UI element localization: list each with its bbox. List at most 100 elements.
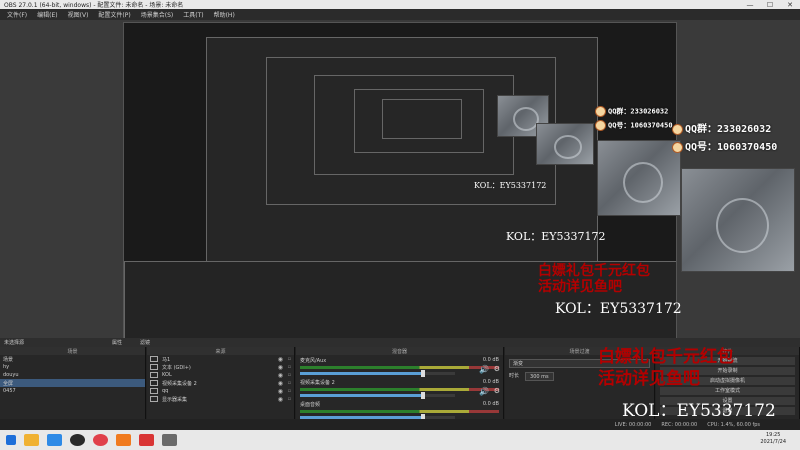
- lock-icon[interactable]: ▫: [288, 388, 291, 394]
- mixer-channel: 桌面音频 0.0 dB: [296, 399, 503, 421]
- mixer-dock: 混音器 麦克风/Aux 0.0 dB 🔊 ⚙ 视频采集设备 2 0.0 dB 🔊…: [296, 347, 504, 430]
- cpu-status: CPU: 1.4%, 60.00 fps: [707, 421, 760, 428]
- scene-item[interactable]: douyu: [0, 371, 145, 379]
- app-icon[interactable]: [116, 434, 131, 446]
- menu-tools[interactable]: 工具(T): [178, 10, 208, 19]
- promo-line2-mid: 活动详见鱼吧: [538, 279, 622, 295]
- lock-icon[interactable]: ▫: [288, 380, 291, 386]
- lock-icon[interactable]: ▫: [288, 364, 291, 370]
- source-item[interactable]: KOL ◉ ▫: [147, 371, 294, 379]
- duration-label: 时长: [509, 373, 520, 379]
- menu-view[interactable]: 视图(V): [63, 10, 94, 19]
- thumb-medium: [536, 123, 594, 165]
- gear-icon[interactable]: ⚙: [494, 387, 500, 395]
- source-item[interactable]: qq ◉ ▫: [147, 387, 294, 395]
- live-status: LIVE: 00:00:00: [614, 421, 652, 428]
- properties-button[interactable]: 属性: [112, 339, 122, 346]
- text-source-icon: [150, 372, 158, 378]
- qq-num-small: QQ号：1060370450: [595, 120, 673, 131]
- visibility-icon[interactable]: ◉: [278, 388, 283, 395]
- qq-group-large: QQ群：233026032: [672, 120, 771, 135]
- menu-help[interactable]: 帮助(H): [209, 10, 240, 19]
- rec-status: REC: 00:00:00: [661, 421, 698, 428]
- source-item[interactable]: 文本 (GDI+) ◉ ▫: [147, 363, 294, 371]
- mixer-channel: 视频采集设备 2 0.0 dB 🔊 ⚙: [296, 377, 503, 399]
- maximize-button[interactable]: ☐: [760, 0, 780, 9]
- menu-profile[interactable]: 配置文件(P): [93, 10, 135, 19]
- avatar-icon: [595, 120, 606, 131]
- menu-file[interactable]: 文件(F): [2, 10, 32, 19]
- kol-small: KOL：EY5337172: [506, 230, 606, 243]
- netease-icon[interactable]: [93, 434, 108, 446]
- filters-button[interactable]: 滤镜: [140, 339, 150, 346]
- scenes-dock: 场景 场景 hy douyu 全屏 0457 + − ⌃ ⌄: [0, 347, 146, 430]
- text-source-icon: [150, 364, 158, 370]
- channel-db: 0.0 dB: [482, 357, 499, 363]
- app-icon[interactable]: [162, 434, 177, 446]
- start-icon[interactable]: [6, 435, 16, 445]
- nested-frame-5: [382, 99, 462, 139]
- menu-scene-collection[interactable]: 场景集合(S): [136, 10, 179, 19]
- duration-input[interactable]: 300 ms: [525, 372, 554, 381]
- visibility-icon[interactable]: ◉: [278, 380, 283, 387]
- lock-icon[interactable]: ▫: [288, 396, 291, 402]
- clock[interactable]: 19:25 2021/7/24: [760, 432, 786, 446]
- file-explorer-icon[interactable]: [24, 434, 39, 446]
- avatar-icon: [672, 123, 683, 135]
- channel-name: 视频采集设备 2: [300, 380, 335, 386]
- visibility-icon[interactable]: ◉: [278, 356, 283, 363]
- gear-icon[interactable]: ⚙: [494, 365, 500, 373]
- kol-mid: KOL：EY5337172: [555, 301, 682, 317]
- channel-name: 桌面音频: [300, 402, 321, 408]
- volume-slider[interactable]: [300, 392, 455, 399]
- kol-tiny: KOL：EY5337172: [474, 181, 547, 190]
- window-title: OBS 27.0.1 (64-bit, windows) - 配置文件: 未命名…: [4, 2, 184, 9]
- scene-item-selected[interactable]: 全屏: [0, 379, 145, 387]
- kol-large: KOL：EY5337172: [622, 401, 776, 421]
- lock-icon[interactable]: ▫: [288, 372, 291, 378]
- app-icon[interactable]: [139, 434, 154, 446]
- qq-num-large: QQ号：1060370450: [672, 138, 777, 153]
- mixer-channel: 麦克风/Aux 0.0 dB 🔊 ⚙: [296, 355, 503, 377]
- qq-group-small: QQ群：233026032: [595, 106, 668, 117]
- obs-icon[interactable]: [70, 434, 85, 446]
- visibility-icon[interactable]: ◉: [278, 372, 283, 379]
- channel-db: 0.0 dB: [482, 379, 499, 385]
- clock-date: 2021/7/24: [760, 439, 786, 445]
- thumb-large: [597, 140, 681, 216]
- close-button[interactable]: ✕: [780, 0, 800, 9]
- scene-item[interactable]: 0457: [0, 387, 145, 395]
- menu-edit[interactable]: 编辑(E): [32, 10, 62, 19]
- volume-meter: [300, 410, 499, 413]
- status-bar: LIVE: 00:00:00 REC: 00:00:00 CPU: 1.4%, …: [0, 419, 800, 430]
- speaker-icon[interactable]: 🔊: [479, 387, 489, 396]
- channel-name: 麦克风/Aux: [300, 358, 327, 364]
- scene-item[interactable]: 场景: [0, 355, 145, 363]
- visibility-icon[interactable]: ◉: [278, 364, 283, 371]
- source-item[interactable]: 视频采集设备 2 ◉ ▫: [147, 379, 294, 387]
- source-item[interactable]: 显示器采集 ◉ ▫: [147, 395, 294, 403]
- avatar-icon: [672, 141, 683, 153]
- minimize-button[interactable]: —: [740, 0, 760, 9]
- selected-source-label: 未选择源: [4, 340, 25, 346]
- speaker-icon[interactable]: 🔊: [479, 365, 489, 374]
- volume-meter: [300, 388, 499, 391]
- volume-slider[interactable]: [300, 370, 455, 377]
- image-source-icon: [150, 388, 158, 394]
- channel-db: 0.0 dB: [482, 401, 499, 407]
- visibility-icon[interactable]: ◉: [278, 396, 283, 403]
- clock-time: 19:25: [765, 432, 781, 438]
- mixer-header: 混音器: [296, 347, 503, 355]
- source-item[interactable]: 马1 ◉ ▫: [147, 355, 294, 363]
- taskbar: 19:25 2021/7/24: [0, 430, 800, 450]
- preview-area: QQ群：233026032 QQ号：1060370450 QQ群：2330260…: [0, 20, 800, 356]
- sources-header: 来源: [147, 347, 294, 355]
- camera-source-icon: [150, 380, 158, 386]
- scene-item[interactable]: hy: [0, 363, 145, 371]
- edge-icon[interactable]: [47, 434, 62, 446]
- window-titlebar: OBS 27.0.1 (64-bit, windows) - 配置文件: 未命名…: [0, 0, 800, 9]
- display-source-icon: [150, 396, 158, 402]
- lock-icon[interactable]: ▫: [288, 356, 291, 362]
- promo-line2-large: 活动详见鱼吧: [598, 369, 700, 389]
- scenes-header: 场景: [0, 347, 145, 355]
